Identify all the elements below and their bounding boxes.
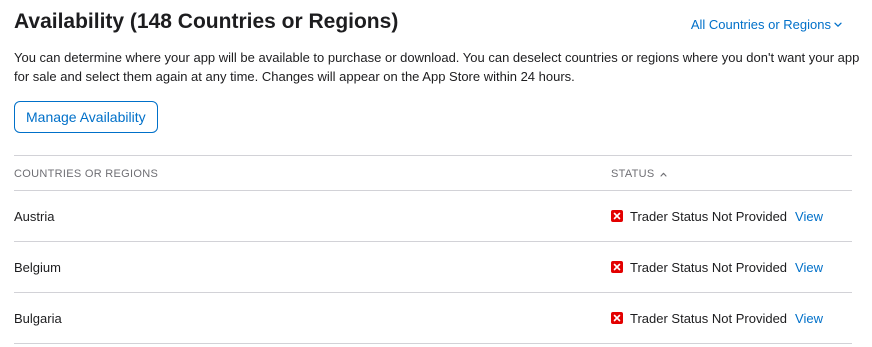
status-text: Trader Status Not Provided (630, 209, 788, 224)
column-header-status-label: STATUS (611, 168, 655, 180)
country-name: Austria (14, 209, 55, 224)
status-cell: Trader Status Not Provided View (611, 311, 823, 327)
chevron-down-icon (834, 14, 842, 34)
error-x-icon (611, 312, 623, 324)
page-title: Availability (148 Countries or Regions) (14, 10, 399, 33)
view-link[interactable]: View (795, 311, 823, 326)
divider (14, 343, 852, 344)
status-text: Trader Status Not Provided (630, 311, 788, 326)
status-cell: Trader Status Not Provided View (611, 260, 823, 276)
chevron-up-icon (660, 168, 667, 181)
table-row: Bulgaria Trader Status Not Provided View (14, 293, 852, 343)
availability-table: COUNTRIES OR REGIONS STATUS Austria Trad… (14, 155, 852, 344)
manage-availability-button[interactable]: Manage Availability (14, 101, 158, 133)
error-x-icon (611, 261, 623, 273)
country-name: Bulgaria (14, 311, 62, 326)
status-cell: Trader Status Not Provided View (611, 209, 823, 225)
error-x-icon (611, 210, 623, 222)
region-filter-label: All Countries or Regions (690, 17, 831, 32)
table-row: Austria Trader Status Not Provided View (14, 191, 852, 241)
view-link[interactable]: View (795, 209, 823, 224)
table-header: COUNTRIES OR REGIONS STATUS (14, 156, 852, 190)
status-text: Trader Status Not Provided (630, 260, 788, 275)
column-header-status[interactable]: STATUS (611, 168, 667, 181)
availability-header: Availability (148 Countries or Regions) … (14, 8, 852, 38)
availability-description: You can determine where your app will be… (14, 50, 860, 84)
view-link[interactable]: View (795, 260, 823, 275)
country-name: Belgium (14, 260, 61, 275)
region-filter-dropdown[interactable]: All Countries or Regions (691, 14, 842, 35)
table-row: Belgium Trader Status Not Provided View (14, 242, 852, 292)
column-header-country: COUNTRIES OR REGIONS (14, 168, 159, 180)
